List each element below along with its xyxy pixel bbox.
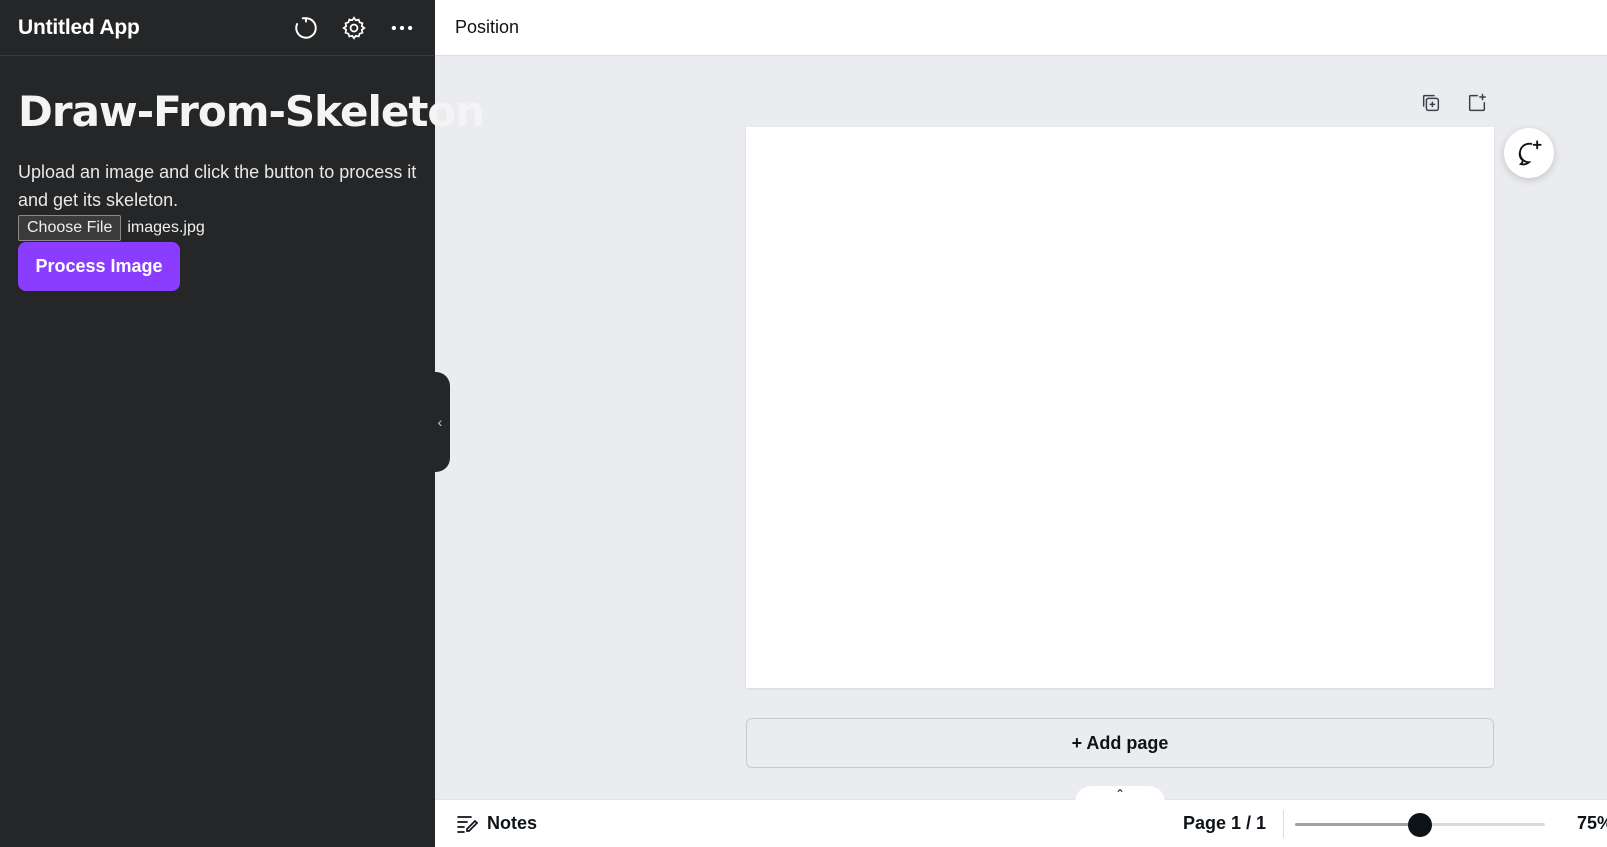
editor-topbar: Position: [435, 0, 1607, 56]
add-comment-button[interactable]: [1504, 128, 1554, 178]
add-page-icon: [1468, 93, 1486, 112]
notes-button[interactable]: Notes: [455, 812, 537, 836]
refresh-icon: [295, 16, 317, 39]
notes-icon: [457, 815, 479, 833]
more-horizontal-icon: [391, 25, 413, 30]
gear-icon: [342, 15, 366, 40]
position-button[interactable]: Position: [455, 17, 519, 38]
collapse-sidebar-handle[interactable]: ‹: [430, 372, 450, 472]
sidebar-header: Untitled App: [0, 0, 435, 56]
notes-label: Notes: [487, 813, 538, 833]
divider: [1283, 810, 1284, 838]
choose-file-button[interactable]: Choose File: [18, 214, 122, 241]
zoom-level[interactable]: 75%: [1577, 813, 1607, 834]
selected-file-name: images.jpg: [127, 218, 205, 236]
app-description: Upload an image and click the button to …: [18, 162, 417, 210]
file-input: Choose File images.jpg: [18, 214, 417, 241]
process-image-button[interactable]: Process Image: [18, 242, 180, 291]
page-indicator[interactable]: Page 1 / 1: [1183, 813, 1266, 834]
more-options-button[interactable]: [387, 13, 417, 43]
sidebar-body: Draw-From-Skeleton Upload an image and c…: [0, 56, 485, 291]
zoom-slider[interactable]: [1295, 813, 1545, 837]
design-page-canvas[interactable]: [746, 127, 1494, 688]
add-comment-icon: [1518, 140, 1542, 166]
add-page-icon-button[interactable]: [1464, 90, 1490, 116]
app-heading: Draw-From-Skeleton: [18, 87, 485, 136]
duplicate-page-button[interactable]: [1418, 90, 1444, 116]
duplicate-page-icon: [1422, 94, 1440, 112]
settings-button[interactable]: [339, 13, 369, 43]
zoom-slider-thumb[interactable]: [1408, 813, 1432, 837]
refresh-button[interactable]: [291, 13, 321, 43]
editor-bottombar: ⌃ Notes Page 1 / 1 75%: [435, 786, 1607, 847]
add-page-button[interactable]: + Add page: [746, 718, 1494, 768]
app-title: Untitled App: [18, 15, 140, 39]
app-sidebar: Untitled App Draw-From-Skeleton Upload a…: [0, 0, 485, 847]
page-tools: [1418, 90, 1490, 116]
zoom-slider-fill: [1295, 823, 1420, 826]
expand-pages-button[interactable]: ⌃: [1075, 786, 1165, 802]
